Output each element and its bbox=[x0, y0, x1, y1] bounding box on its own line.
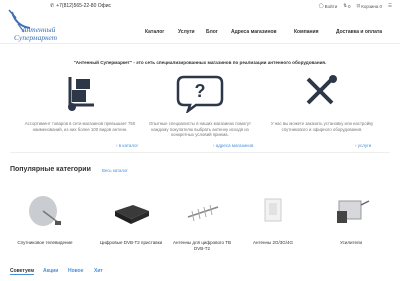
stores-link-label: адреса магазинов bbox=[215, 143, 254, 148]
all-catalog-link[interactable]: Весь каталог bbox=[102, 168, 128, 173]
header-divider bbox=[0, 43, 400, 44]
category-label: Антенны 2G/3G/4G bbox=[253, 240, 293, 245]
yagi-antenna-image bbox=[187, 204, 219, 222]
amplifier-image bbox=[337, 200, 370, 223]
tab-hit[interactable]: Хит bbox=[94, 268, 103, 274]
category-label: Антенны для цифрового ТВ DVB-T2 bbox=[172, 240, 232, 251]
category-cellular-antennas[interactable]: Антенны 2G/3G/4G bbox=[238, 193, 308, 246]
feature-text: Ассортимент товаров в сети магазинов пре… bbox=[24, 121, 136, 132]
cart-icon: ⊡ bbox=[356, 3, 361, 8]
question-bubble-icon: ? bbox=[176, 75, 224, 115]
tab-promotions[interactable]: Акции bbox=[43, 268, 58, 274]
section-divider bbox=[10, 152, 390, 153]
tab-recommended[interactable]: Советуем bbox=[10, 268, 35, 275]
feature-advice: ? Опытные специалисты в наших магазинах … bbox=[140, 73, 260, 138]
category-dvb-t2-receivers[interactable]: Цифровые DVB-T2 приставки bbox=[96, 193, 166, 246]
nav-item-services[interactable]: Услуги bbox=[178, 29, 195, 35]
category-label: Усилители bbox=[340, 240, 362, 245]
nav-item-delivery[interactable]: Доставка и оплата bbox=[336, 29, 382, 35]
stores-link[interactable]: › адреса магазинов bbox=[213, 143, 253, 148]
receiver-box-image bbox=[115, 205, 149, 224]
feature-catalog: Ассортимент товаров в сети магазинов пре… bbox=[20, 73, 140, 132]
tools-icon bbox=[306, 75, 337, 105]
category-dvb-t2-antennas[interactable]: Антенны для цифрового ТВ DVB-T2 bbox=[167, 193, 237, 251]
category-satellite[interactable]: Спутниковое телевидение bbox=[10, 193, 80, 246]
services-link-label: услуги bbox=[357, 143, 372, 148]
nav-item-company[interactable]: Компания bbox=[294, 29, 319, 35]
nav-item-blog[interactable]: Блог bbox=[206, 29, 218, 35]
intro-text: "Антенный Супермаркет" - это сеть специа… bbox=[73, 60, 327, 65]
feature-text: У нас вы можете заказать установку или н… bbox=[270, 121, 374, 132]
logo[interactable]: Антенный Супермаркет bbox=[6, 6, 68, 46]
nav-item-catalog[interactable]: Каталог bbox=[145, 29, 164, 35]
menu-icon[interactable]: ☰ bbox=[388, 3, 392, 9]
category-label: Цифровые DVB-T2 приставки bbox=[99, 240, 163, 245]
feature-text: Опытные специалисты в наших магазинах по… bbox=[149, 121, 251, 137]
compare-count: 0 bbox=[347, 3, 351, 9]
logo-line2: Супермаркет bbox=[14, 33, 58, 42]
cart-count: 0 bbox=[379, 3, 382, 9]
svg-text:?: ? bbox=[195, 81, 206, 101]
compare-icon: ⇅ bbox=[343, 3, 347, 8]
cart-link[interactable]: ⊡ Корзина 0 bbox=[357, 3, 382, 9]
login-label: Войти bbox=[324, 3, 338, 9]
nav-item-stores[interactable]: Адреса магазинов bbox=[231, 29, 277, 35]
category-label: Спутниковое телевидение bbox=[17, 240, 73, 245]
login-link[interactable]: ◯ Войти bbox=[319, 3, 338, 9]
tab-new[interactable]: Новое bbox=[68, 268, 84, 274]
compare-link[interactable]: ⇅ 0 bbox=[343, 3, 350, 9]
catalog-link[interactable]: › в каталог bbox=[116, 143, 138, 148]
category-amplifiers[interactable]: Усилители bbox=[316, 193, 386, 246]
services-link[interactable]: › услуги bbox=[355, 143, 371, 148]
hand-truck-icon bbox=[68, 77, 94, 111]
feature-services: У нас вы можете заказать установку или н… bbox=[262, 73, 382, 132]
cart-label: Корзина bbox=[361, 3, 379, 9]
user-icon: ◯ bbox=[318, 3, 324, 8]
panel-antenna-image bbox=[264, 198, 282, 222]
catalog-link-label: в каталог bbox=[118, 143, 139, 148]
satellite-dish-image bbox=[29, 196, 61, 226]
popular-title: Популярные категории bbox=[10, 166, 91, 173]
